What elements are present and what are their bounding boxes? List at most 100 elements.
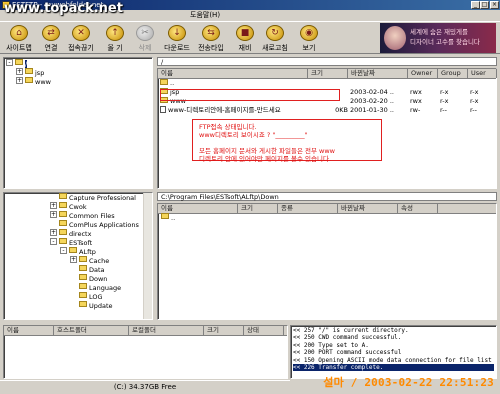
file-cell [308,79,348,88]
toolbar-button-label: 보기 [302,44,316,52]
toolbar-button-label: 새로고침 [262,44,288,52]
folder-icon [59,238,67,244]
queue-column-header[interactable]: 상태 [244,326,284,335]
remote-file-row[interactable]: .. [158,79,496,88]
folder-icon [15,59,23,65]
toolbar-button-label: 올 기 [107,44,123,52]
tree-item[interactable]: + www [6,77,150,87]
dir-tree-item[interactable]: LOG [6,292,150,302]
log-line: << 150 Opening ASCII mode data connectio… [293,356,492,364]
transfer-queue: 이름 호스트폴더 로컬폴더 크기 상태 [3,325,288,379]
log-line: << 257 "/" is current directory. [293,327,409,334]
file-cell: rwx [410,97,422,105]
expand-toggle[interactable]: + [50,202,57,209]
toolbar-button-1[interactable]: ⇄ 연결 [36,24,66,54]
remote-column-header[interactable]: Group [438,69,468,78]
toolbar-button-7[interactable]: ■ 재비 [230,24,260,54]
toolbar-button-5[interactable]: ↓ 다운로드 [162,24,192,54]
folder-icon [59,211,67,217]
file-name-cell: .. [158,79,308,88]
folder-icon [59,220,67,226]
expand-toggle[interactable]: + [70,256,77,263]
expand-toggle[interactable]: + [50,211,57,218]
remote-column-header[interactable]: 바뀐날짜 [348,69,408,78]
banner-line-2: 디자이너 고수를 찾습니다 [410,38,480,46]
file-cell: 2001-01-30 .. [350,106,394,114]
remote-column-header[interactable]: 크기 [308,69,348,78]
cancel-icon: ■ [236,25,254,41]
local-column-header[interactable]: 속성 [398,204,438,213]
remote-column-header[interactable]: User [468,69,497,78]
dir-tree-item[interactable]: Data [6,265,150,275]
folder-icon [79,292,87,298]
dir-label: Data [89,266,105,274]
queue-column-header[interactable]: 로컬폴더 [129,326,204,335]
remote-file-row[interactable]: www-디렉토리안에-홈페이지를-만드세요 0KB 2001-01-30 .. rw-… [158,106,496,115]
expand-toggle[interactable]: + [16,68,23,75]
minimize-button[interactable]: _ [471,1,480,9]
dir-tree-item[interactable]: + Cache [6,256,150,266]
dir-tree-item[interactable]: + Common Files [6,211,150,221]
toolbar-button-8[interactable]: ↻ 새로고침 [260,24,290,54]
dir-label: Cwok [69,203,87,211]
dir-tree-item[interactable]: - ESTsoft [6,238,150,248]
log-line: << 200 PORT command successful [293,349,402,357]
local-path-field[interactable]: C:\Program Files\ESTsoft\ALftp\Down [157,192,497,201]
toolbar-button-label: 연결 [44,44,58,52]
local-column-header[interactable]: 종류 [278,204,338,213]
dir-tree-item[interactable]: ComPlus Applications [6,220,150,230]
menu-help[interactable]: 도움말(H) [185,10,225,21]
local-file-row[interactable]: .. [158,213,496,223]
toolbar-button-4[interactable]: ✂ 삭제 [130,24,160,54]
file-cell: rw- [410,106,421,114]
expand-toggle[interactable]: + [50,229,57,236]
dir-tree-item[interactable]: + directx [6,229,150,239]
dir-tree-item[interactable]: Update [6,301,150,311]
upload-icon: ↑ [106,25,124,41]
folder-icon [79,283,87,289]
message-line [199,139,375,147]
expand-toggle[interactable]: + [16,77,23,84]
remote-path-field[interactable]: / [157,57,497,66]
file-cell: r-- [440,106,447,114]
ad-banner[interactable]: 세계에 숨은 재밌게를 디자이너 고수를 찾습니다 [380,23,496,53]
file-cell: r-x [440,97,449,105]
dir-tree-item[interactable]: + Cwok [6,202,150,212]
expand-toggle[interactable]: - [6,59,13,66]
dir-tree-item[interactable]: Down [6,274,150,284]
local-column-header[interactable]: 이름 [158,204,238,213]
tree-scrollbar[interactable] [143,193,152,319]
expand-toggle[interactable]: - [50,238,57,245]
ftp-status-message: FTP접속 상태입니다. www디렉토리 보이시죠 ? "_________" 모든… [192,119,382,163]
status-bar: (C:) 34.37GB Free [0,380,290,393]
file-cell [438,79,468,88]
file-cell: rwx [410,88,422,96]
folder-icon [79,274,87,280]
toolbar-button-6[interactable]: ⇆ 전송타입 [196,24,226,54]
queue-column-header[interactable]: 크기 [204,326,244,335]
dir-tree-item[interactable]: - ALftp [6,247,150,257]
banner-line-1: 세계에 숨은 재밌게를 [410,28,468,36]
toolbar-button-0[interactable]: ⌂ 사이트맵 [4,24,34,54]
dir-tree-item[interactable]: Language [6,283,150,293]
local-column-header[interactable]: 크기 [238,204,278,213]
toolbar-button-3[interactable]: ↑ 올 기 [100,24,130,54]
queue-column-header[interactable]: 이름 [4,326,54,335]
close-button[interactable]: × [490,1,499,9]
remote-column-header[interactable]: Owner [408,69,438,78]
toolbar-button-9[interactable]: ◉ 보기 [294,24,324,54]
queue-column-header[interactable]: 호스트폴더 [54,326,129,335]
maximize-button[interactable]: □ [480,1,489,9]
local-column-header[interactable]: 바뀐날짜 [338,204,398,213]
toolbar-button-2[interactable]: ✕ 접속끊기 [66,24,96,54]
expand-toggle[interactable]: - [60,247,67,254]
dir-label: Cache [89,257,110,265]
remote-column-header[interactable]: 이름 [158,69,308,78]
tree-item-label: www [35,78,51,86]
dir-tree-item[interactable]: Capture Professional [6,193,150,203]
file-cell: r-x [470,97,479,105]
folder-icon [59,229,67,235]
